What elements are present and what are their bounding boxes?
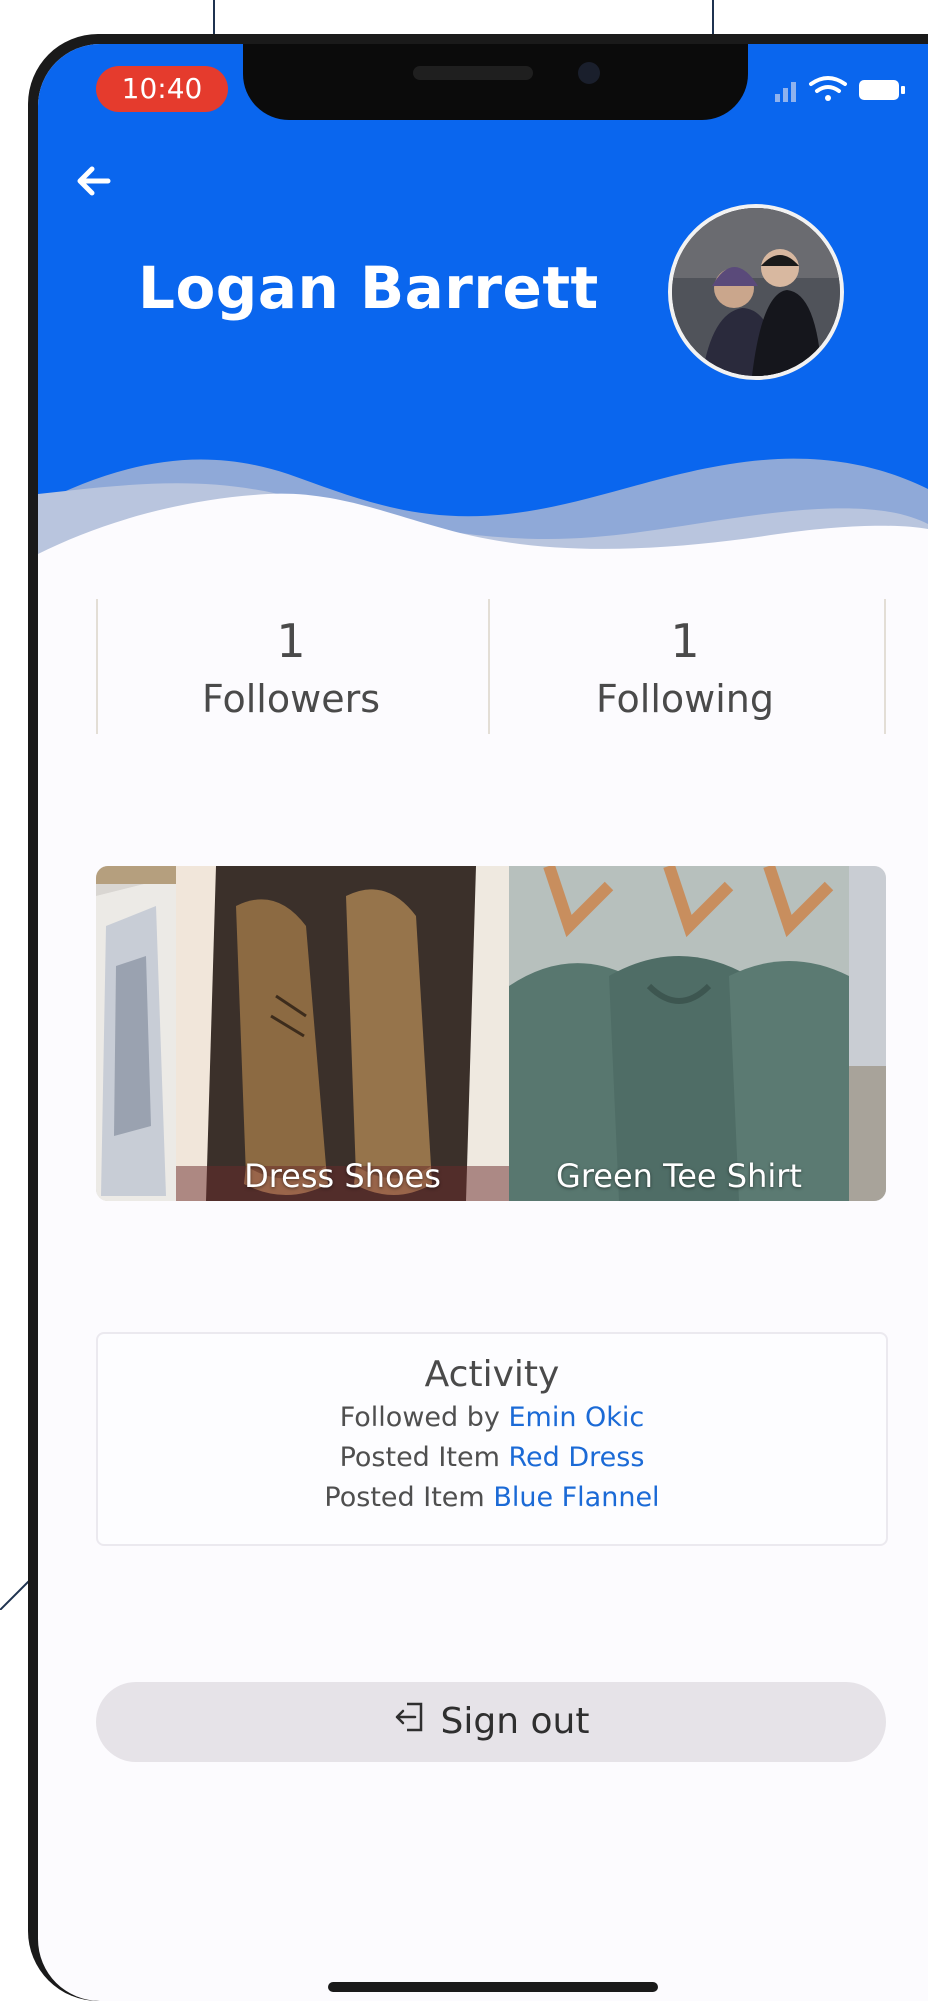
item-caption: Green Tee Shirt [556, 1157, 802, 1195]
home-indicator[interactable] [328, 1982, 658, 1992]
back-arrow-icon[interactable] [76, 156, 136, 216]
status-icons [775, 76, 905, 102]
sign-out-label: Sign out [440, 1701, 590, 1742]
avatar[interactable] [668, 204, 844, 380]
followers-label: Followers [202, 677, 380, 721]
status-time: 10:40 [96, 66, 228, 112]
item-caption: Dress Shoes [244, 1157, 441, 1195]
phone-frame: 10:40 Logan Barrett 1 Followers 1 Follow… [28, 34, 928, 2001]
activity-entry: Posted Item Red Dress [98, 1438, 886, 1478]
activity-title: Activity [424, 1354, 560, 1395]
following-label: Following [596, 677, 774, 721]
following-stat[interactable]: 1 Following [490, 599, 880, 734]
activity-prefix: Posted Item [324, 1482, 485, 1513]
followers-stat[interactable]: 1 Followers [96, 599, 486, 734]
items-carousel[interactable]: Dress Shoes Green Tee Shirt [96, 866, 886, 1201]
carousel-item-partial[interactable] [96, 866, 176, 1201]
sign-out-icon [393, 1683, 427, 1763]
wifi-icon [809, 76, 847, 101]
stats-row: 1 Followers 1 Following [96, 599, 886, 734]
profile-name: Logan Barrett [138, 254, 599, 322]
notch [243, 44, 748, 120]
stats-divider [884, 599, 886, 734]
activity-link[interactable]: Emin Okic [508, 1402, 644, 1433]
battery-icon [859, 80, 905, 100]
signal-icon [775, 82, 796, 102]
activity-prefix: Followed by [339, 1402, 500, 1433]
activity-entry: Posted Item Blue Flannel [98, 1478, 886, 1518]
carousel-item-green-tee-shirt[interactable]: Green Tee Shirt [509, 866, 849, 1201]
activity-prefix: Posted Item [339, 1442, 500, 1473]
followers-count: 1 [276, 614, 306, 668]
activity-card: Activity Followed by Emin Okic Posted It… [96, 1332, 888, 1546]
carousel-item-dress-shoes[interactable]: Dress Shoes [176, 866, 509, 1201]
decor-line-left [213, 0, 215, 34]
activity-entry: Followed by Emin Okic [98, 1398, 886, 1438]
activity-link[interactable]: Red Dress [508, 1442, 644, 1473]
activity-link[interactable]: Blue Flannel [493, 1482, 659, 1513]
camera [578, 62, 600, 84]
sign-out-button[interactable]: Sign out [96, 1682, 886, 1762]
speaker [413, 66, 533, 80]
header-waves [38, 458, 928, 584]
following-count: 1 [670, 614, 700, 668]
decor-line-right [712, 0, 714, 34]
screen: 10:40 Logan Barrett 1 Followers 1 Follow… [38, 44, 928, 2001]
carousel-item-partial[interactable] [849, 866, 886, 1201]
